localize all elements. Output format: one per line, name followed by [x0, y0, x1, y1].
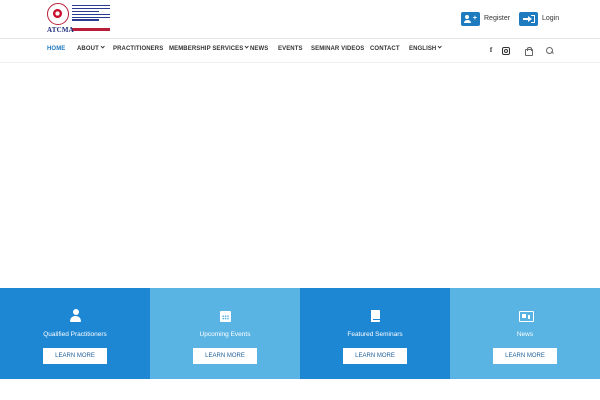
feature-label: News	[516, 331, 534, 338]
newspaper-icon	[519, 309, 534, 323]
login-button[interactable]: Login	[519, 11, 559, 26]
main-nav: HOME ABOUT PRACTITIONERS MEMBERSHIP SERV…	[0, 39, 600, 62]
login-label: Login	[542, 15, 560, 22]
learn-more-button[interactable]: LEARN MORE	[343, 348, 407, 364]
nav-item-label: HOME	[47, 46, 66, 52]
search-icon[interactable]	[545, 46, 553, 54]
nav-item-label: EVENTS	[278, 46, 303, 52]
chevron-down-icon	[437, 44, 443, 50]
user-plus-icon: +	[461, 11, 480, 26]
learn-more-button[interactable]: LEARN MORE	[43, 348, 107, 364]
nav-item-about[interactable]: ABOUT	[77, 44, 105, 52]
chevron-down-icon	[100, 44, 105, 50]
nav-item-label: SEMINAR VIDEOS	[311, 46, 365, 52]
feature-label: Featured Seminars	[347, 331, 403, 338]
learn-more-button[interactable]: LEARN MORE	[193, 348, 257, 364]
logo-chinese-text-graphic	[72, 28, 110, 31]
facebook-icon[interactable]: f	[487, 46, 495, 54]
nav-item-label: MEMBERSHIP SERVICES	[169, 46, 244, 52]
nav-item-events[interactable]: EVENTS	[278, 46, 303, 52]
nav-item-contact[interactable]: CONTACT	[370, 46, 400, 52]
sign-in-icon	[519, 11, 538, 26]
register-button[interactable]: + Register	[461, 11, 510, 26]
doctor-icon	[69, 309, 82, 323]
instagram-icon[interactable]	[501, 46, 510, 55]
nav-item-news[interactable]: NEWS	[250, 46, 268, 52]
top-header: ATCMA + Register Login	[0, 0, 600, 38]
nav-item-practitioners[interactable]: PRACTITIONERS	[113, 46, 163, 52]
feature-featured-seminars: Featured Seminars LEARN MORE	[300, 288, 450, 379]
calendar-icon	[219, 309, 232, 323]
feature-label: Qualified Practitioners	[43, 331, 107, 338]
nav-divider	[0, 62, 600, 63]
nav-item-label: ABOUT	[77, 46, 99, 52]
feature-upcoming-events: Upcoming Events LEARN MORE	[150, 288, 300, 379]
nav-item-label: PRACTITIONERS	[113, 46, 164, 52]
feature-label: Upcoming Events	[199, 331, 251, 338]
nav-item-label: ENGLISH	[409, 46, 437, 52]
site-logo[interactable]: ATCMA	[47, 3, 111, 34]
learn-more-button[interactable]: LEARN MORE	[493, 348, 557, 364]
nav-item-membership-services[interactable]: MEMBERSHIP SERVICES	[169, 44, 250, 52]
feature-news: News LEARN MORE	[450, 288, 600, 379]
chevron-down-icon	[244, 44, 250, 50]
nav-item-label: CONTACT	[370, 46, 400, 52]
page: ATCMA + Register Login HOME ABOUT PRACTI…	[0, 0, 600, 400]
shopping-bag-icon[interactable]	[524, 46, 533, 56]
nav-item-home[interactable]: HOME	[47, 46, 65, 52]
book-icon	[369, 309, 382, 323]
feature-strip: Qualified Practitioners LEARN MORE Upcom…	[0, 288, 600, 379]
logo-text: ATCMA	[47, 26, 74, 34]
nav-item-label: NEWS	[250, 46, 269, 52]
feature-qualified-practitioners: Qualified Practitioners LEARN MORE	[0, 288, 150, 379]
logo-emblem-icon	[47, 3, 69, 25]
language-selector[interactable]: ENGLISH	[409, 44, 443, 52]
nav-item-seminar-videos[interactable]: SEMINAR VIDEOS	[311, 46, 364, 52]
register-label: Register	[484, 15, 511, 22]
logo-tagline-graphic	[72, 5, 110, 22]
